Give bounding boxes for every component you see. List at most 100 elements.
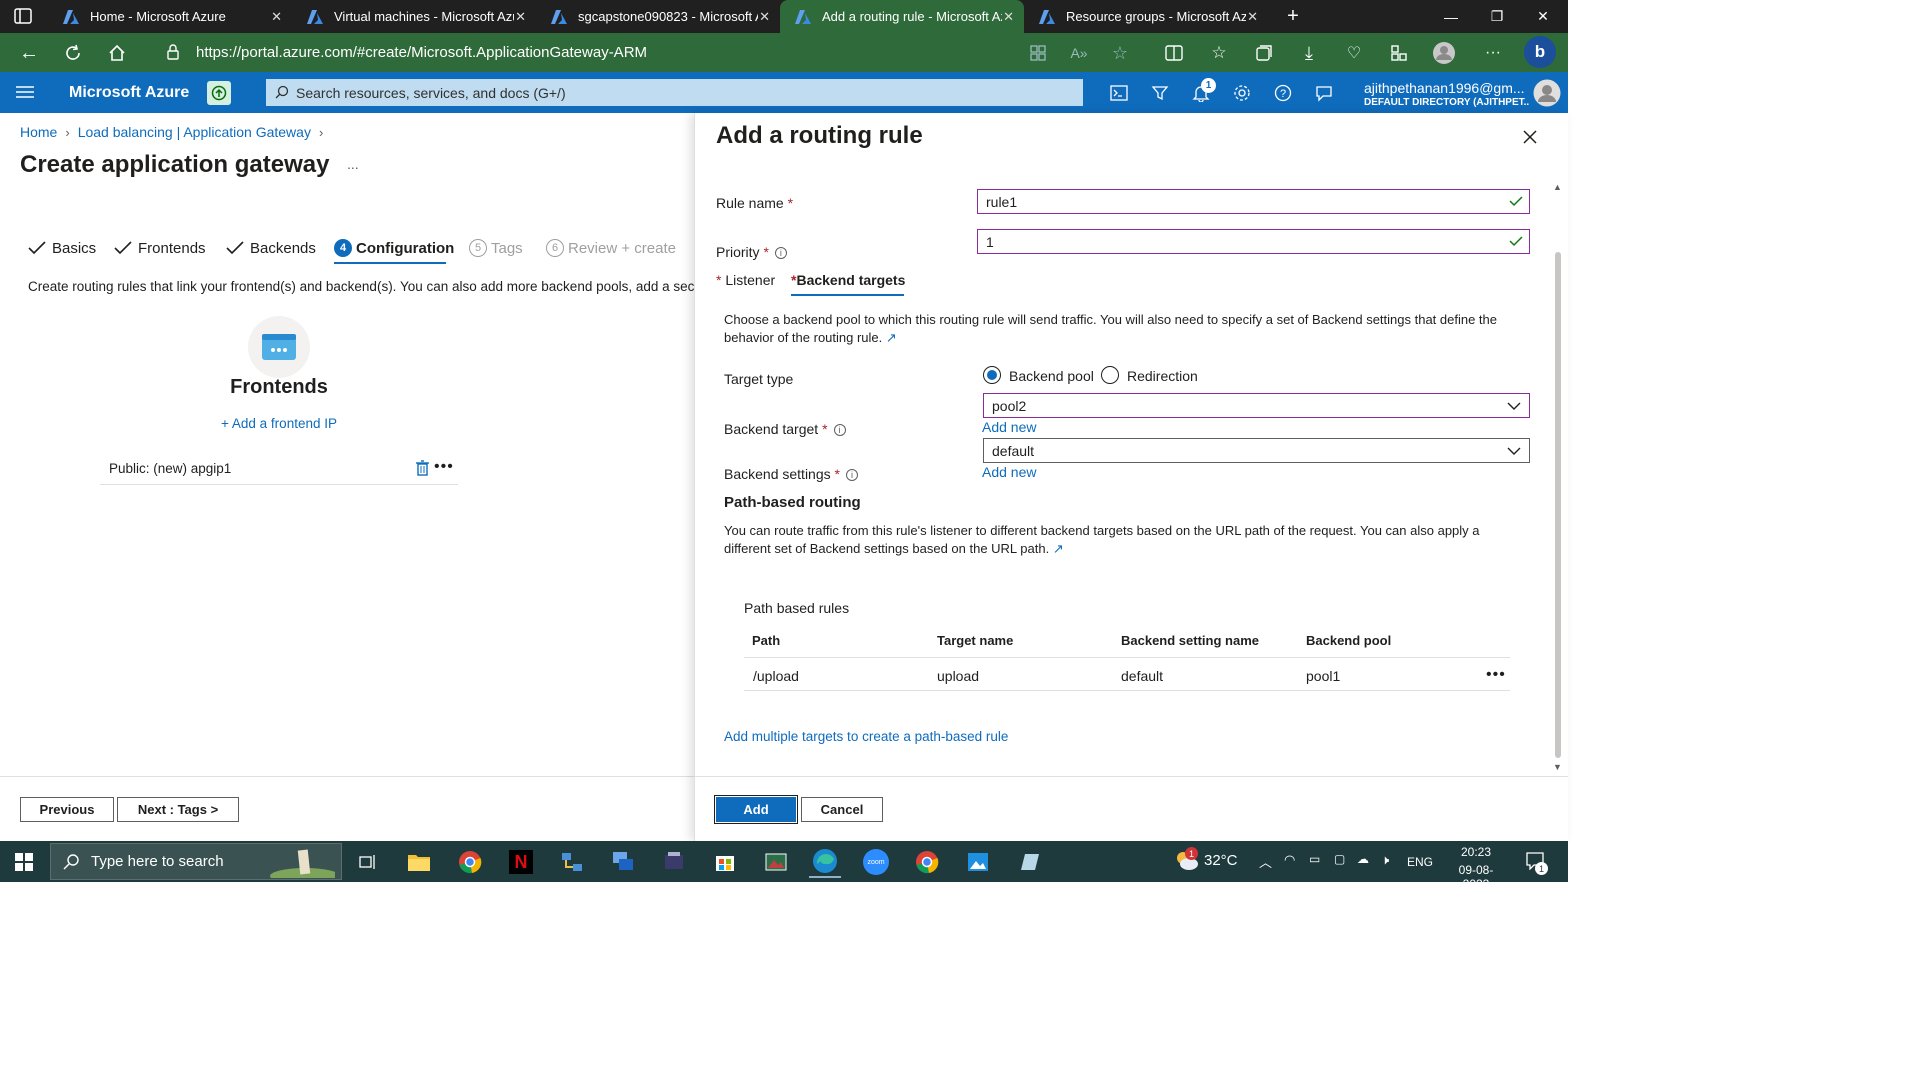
read-aloud-icon[interactable]: A» <box>1066 40 1092 66</box>
close-tab-icon[interactable]: ✕ <box>1247 9 1258 25</box>
backend-settings-select[interactable]: default <box>983 438 1530 463</box>
chevron-up-icon[interactable]: ︿ <box>1259 852 1272 871</box>
step-basics[interactable]: Basics <box>28 237 96 259</box>
upgrade-icon[interactable] <box>207 81 231 105</box>
close-window-icon[interactable]: ✕ <box>1520 0 1566 33</box>
notes-app-icon[interactable] <box>1013 846 1045 878</box>
clock-time[interactable]: 20:23 <box>1446 845 1506 859</box>
breadcrumb-home[interactable]: Home <box>20 124 57 140</box>
network-app-icon[interactable] <box>556 846 588 878</box>
windows-start-icon[interactable] <box>8 846 40 878</box>
photos-app-icon[interactable] <box>760 846 792 878</box>
browser-tab[interactable]: sgcapstone090823 - Microsoft Azure ✕ <box>536 0 780 33</box>
tab-listener[interactable]: * Listener <box>716 272 775 288</box>
browser-tab-active[interactable]: Add a routing rule - Microsoft Azure ✕ <box>780 0 1024 33</box>
network-icon[interactable]: ◠ <box>1284 852 1295 868</box>
microsoft-store-icon[interactable] <box>709 846 741 878</box>
browser-tab[interactable]: Virtual machines - Microsoft Azure ✕ <box>292 0 536 33</box>
azure-search-input[interactable]: Search resources, services, and docs (G+… <box>266 79 1083 106</box>
file-explorer-icon[interactable] <box>403 846 435 878</box>
row-more-icon[interactable]: ••• <box>1486 666 1506 684</box>
step-configuration[interactable]: 4 Configuration <box>334 237 454 259</box>
cancel-button[interactable]: Cancel <box>801 797 883 822</box>
image-viewer-icon[interactable] <box>962 846 994 878</box>
taskbar-search-box[interactable]: Type here to search <box>50 843 342 880</box>
info-icon[interactable]: i <box>833 424 846 437</box>
back-icon[interactable]: ← <box>16 40 42 66</box>
favorite-star-icon[interactable]: ☆ <box>1107 40 1133 66</box>
close-tab-icon[interactable]: ✕ <box>1003 9 1014 25</box>
frontend-more-icon[interactable]: ••• <box>434 458 454 476</box>
cloud-shell-icon[interactable] <box>1105 80 1133 106</box>
battery-icon[interactable]: ▭ <box>1309 852 1320 866</box>
add-new-backend-target-link[interactable]: Add new <box>982 419 1036 435</box>
help-icon[interactable]: ? <box>1269 80 1297 106</box>
previous-button[interactable]: Previous <box>20 797 114 822</box>
more-options-icon[interactable]: ... <box>347 156 359 172</box>
add-new-backend-settings-link[interactable]: Add new <box>982 464 1036 480</box>
task-view-icon[interactable] <box>352 846 384 878</box>
language-indicator[interactable]: ENG <box>1407 855 1433 869</box>
add-button[interactable]: Add <box>714 795 798 824</box>
weather-temperature[interactable]: 32°C <box>1204 852 1238 869</box>
maximize-icon[interactable]: ❐ <box>1474 0 1520 33</box>
onedrive-icon[interactable]: ☁ <box>1357 852 1369 866</box>
more-menu-icon[interactable]: ··· <box>1480 40 1506 66</box>
user-email[interactable]: ajithpethanan1996@gm... <box>1364 80 1529 96</box>
terminal-app-icon[interactable] <box>658 846 690 878</box>
extensions-icon[interactable] <box>1386 40 1412 66</box>
minimize-icon[interactable]: — <box>1428 0 1474 33</box>
chrome-icon[interactable] <box>454 846 486 878</box>
settings-gear-icon[interactable] <box>1228 80 1256 106</box>
split-screen-icon[interactable] <box>1161 40 1187 66</box>
close-tab-icon[interactable]: ✕ <box>271 9 282 25</box>
browser-tab[interactable]: Resource groups - Microsoft Azure ✕ <box>1024 0 1268 33</box>
next-tags-button[interactable]: Next : Tags > <box>117 797 239 822</box>
close-panel-icon[interactable] <box>1522 129 1538 145</box>
address-bar[interactable]: https://portal.azure.com/#create/Microso… <box>150 38 1020 66</box>
rule-name-input[interactable]: rule1 <box>977 189 1530 214</box>
add-frontend-ip-link[interactable]: + Add a frontend IP <box>200 416 358 431</box>
tab-backend-targets[interactable]: *Backend targets <box>791 272 905 288</box>
scroll-up-icon[interactable]: ▲ <box>1553 182 1562 192</box>
info-icon[interactable]: i <box>845 469 858 482</box>
step-frontends[interactable]: Frontends <box>114 237 206 259</box>
backend-target-select[interactable]: pool2 <box>983 393 1530 418</box>
priority-input[interactable]: 1 <box>977 229 1530 254</box>
app-available-icon[interactable] <box>1025 40 1051 66</box>
info-icon[interactable]: i <box>774 247 787 260</box>
radio-redirection[interactable] <box>1101 366 1119 384</box>
home-icon[interactable] <box>104 40 130 66</box>
edge-browser-icon[interactable] <box>809 846 841 878</box>
delete-trash-icon[interactable] <box>416 460 429 476</box>
step-review-create[interactable]: 6 Review + create <box>546 237 676 259</box>
close-tab-icon[interactable]: ✕ <box>515 9 526 25</box>
panel-scrollbar[interactable] <box>1555 252 1561 758</box>
performance-icon[interactable]: ♡ <box>1341 40 1367 66</box>
radio-backend-pool[interactable] <box>983 366 1001 384</box>
netflix-icon[interactable]: N <box>505 846 537 878</box>
display-icon[interactable]: ▢ <box>1334 852 1345 866</box>
remote-desktop-icon[interactable] <box>607 846 639 878</box>
user-avatar[interactable] <box>1533 79 1561 107</box>
external-link-icon[interactable]: ↗ <box>886 330 897 345</box>
user-directory[interactable]: DEFAULT DIRECTORY (AJITHPET... <box>1364 97 1529 108</box>
add-multiple-targets-link[interactable]: Add multiple targets to create a path-ba… <box>724 729 1008 744</box>
profile-icon[interactable] <box>1431 40 1457 66</box>
favorites-icon[interactable]: ☆ <box>1206 40 1232 66</box>
step-backends[interactable]: Backends <box>226 237 316 259</box>
collections-icon[interactable] <box>1251 40 1277 66</box>
step-tags[interactable]: 5 Tags <box>469 237 523 259</box>
close-tab-icon[interactable]: ✕ <box>759 9 770 25</box>
bing-copilot-icon[interactable]: b <box>1524 36 1556 68</box>
path-upload-link[interactable]: /upload <box>753 668 799 684</box>
feedback-icon[interactable] <box>1310 80 1338 106</box>
downloads-icon[interactable]: ⤓ <box>1296 40 1322 66</box>
breadcrumb-load-balancing[interactable]: Load balancing | Application Gateway <box>78 124 311 140</box>
tab-actions-icon[interactable] <box>14 8 32 24</box>
browser-tab[interactable]: Home - Microsoft Azure ✕ <box>48 0 292 33</box>
refresh-icon[interactable] <box>60 40 86 66</box>
zoom-icon[interactable]: zoom <box>860 846 892 878</box>
chrome-profile-icon[interactable] <box>911 846 943 878</box>
scroll-down-icon[interactable]: ▼ <box>1553 762 1562 772</box>
